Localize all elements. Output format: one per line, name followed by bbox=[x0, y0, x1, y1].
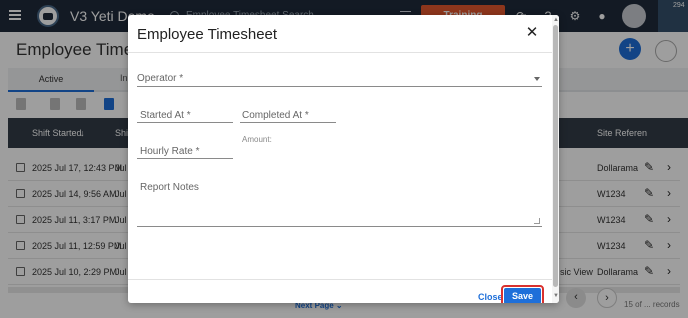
close-button[interactable]: Close bbox=[478, 292, 503, 302]
completed-at-field[interactable] bbox=[240, 122, 336, 123]
completed-at-label: Completed At * bbox=[242, 110, 309, 121]
chevron-down-icon[interactable] bbox=[534, 77, 540, 81]
timesheet-dialog: Employee Timesheet ✕ Operator * Started … bbox=[128, 15, 559, 303]
dialog-scrollbar-thumb[interactable] bbox=[553, 25, 558, 287]
report-notes-textarea[interactable] bbox=[137, 226, 542, 227]
started-at-label: Started At * bbox=[140, 110, 191, 121]
dialog-footer-divider bbox=[128, 279, 552, 280]
resize-handle-icon[interactable] bbox=[534, 218, 540, 224]
hourly-rate-field[interactable] bbox=[137, 158, 233, 159]
scroll-down-icon[interactable]: ▼ bbox=[553, 293, 559, 299]
amount-label: Amount: bbox=[242, 135, 272, 144]
scroll-up-icon[interactable]: ▲ bbox=[553, 17, 559, 23]
hourly-rate-label: Hourly Rate * bbox=[140, 146, 200, 157]
dialog-header-divider bbox=[128, 52, 552, 53]
started-at-field[interactable] bbox=[137, 122, 233, 123]
operator-label: Operator * bbox=[137, 73, 184, 84]
operator-select[interactable] bbox=[137, 86, 542, 87]
report-notes-label: Report Notes bbox=[140, 182, 199, 193]
dialog-title: Employee Timesheet bbox=[137, 26, 278, 43]
close-icon[interactable]: ✕ bbox=[523, 24, 541, 42]
save-button[interactable]: Save bbox=[504, 288, 541, 303]
